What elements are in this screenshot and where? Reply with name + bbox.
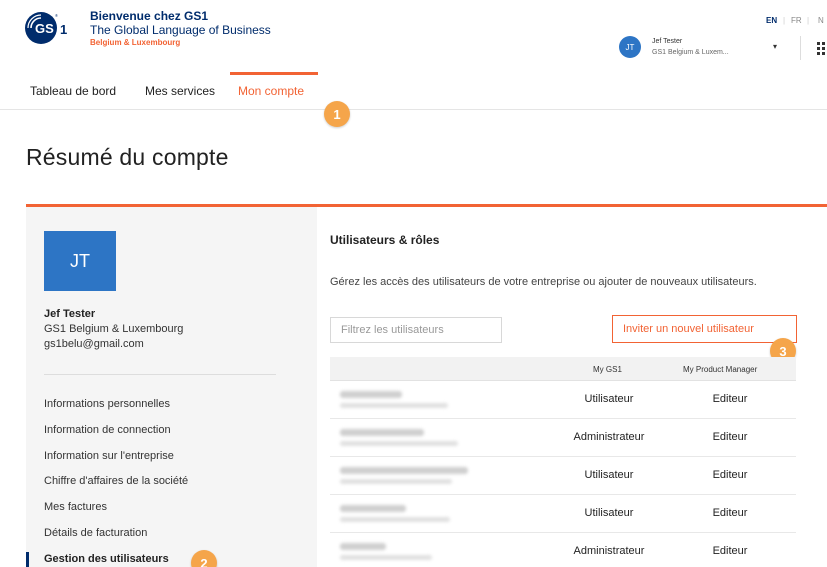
cell-my-gs1-role: Utilisateur: [584, 393, 634, 405]
cell-my-gs1-role: Utilisateur: [584, 469, 634, 481]
blurred-user-name: [340, 467, 468, 474]
brand-tagline: The Global Language of Business: [90, 23, 271, 37]
tab-mon-compte[interactable]: Mon compte: [238, 84, 304, 98]
blurred-user-name: [340, 391, 402, 398]
cell-product-manager-role: Editeur: [712, 507, 748, 519]
sidebar-item-mes-factures[interactable]: Mes factures: [44, 501, 107, 513]
user-avatar[interactable]: JT: [619, 36, 641, 58]
page-title: Résumé du compte: [26, 144, 229, 170]
blurred-user-email: [340, 555, 432, 560]
cell-product-manager-role: Editeur: [712, 545, 748, 557]
sidebar-item-details-facturation[interactable]: Détails de facturation: [44, 527, 147, 539]
main-nav: Tableau de bord Mes services Mon compte: [0, 72, 827, 110]
column-header-my-gs1: My GS1: [593, 365, 622, 374]
profile-avatar: JT: [44, 231, 116, 291]
users-section-description: Gérez les accès des utilisateurs de votr…: [330, 276, 757, 288]
blurred-user-email: [340, 441, 458, 446]
sidebar-item-gestion-utilisateurs[interactable]: Gestion des utilisateurs: [44, 553, 169, 565]
table-row[interactable]: Utilisateur Editeur: [330, 495, 796, 533]
tab-mes-services[interactable]: Mes services: [145, 84, 215, 98]
profile-email: gs1belu@gmail.com: [44, 338, 144, 350]
sidebar-item-information-entreprise[interactable]: Information sur l'entreprise: [44, 450, 174, 462]
table-header: My GS1 My Product Manager: [330, 357, 796, 381]
sidebar-divider: [44, 374, 276, 375]
gs1-logo[interactable]: GS 1 ®: [24, 10, 82, 46]
lang-nl[interactable]: N: [818, 16, 824, 25]
step-badge-1: 1: [324, 101, 350, 127]
cell-my-gs1-role: Utilisateur: [584, 507, 634, 519]
lang-separator: |: [783, 16, 786, 25]
svg-text:GS: GS: [35, 21, 54, 36]
nav-active-indicator: [230, 72, 318, 75]
table-row[interactable]: Administrateur Editeur: [330, 533, 796, 567]
cell-my-gs1-role: Administrateur: [573, 545, 645, 557]
blurred-user-name: [340, 543, 386, 550]
column-header-product-manager: My Product Manager: [683, 365, 758, 374]
table-row[interactable]: Utilisateur Editeur: [330, 457, 796, 495]
brand-region: Belgium & Luxembourg: [90, 38, 181, 47]
brand-title: Bienvenue chez GS1: [90, 9, 209, 23]
profile-org: GS1 Belgium & Luxembourg: [44, 323, 184, 335]
cell-my-gs1-role: Administrateur: [573, 431, 645, 443]
user-menu-org[interactable]: GS1 Belgium & Luxem...: [652, 48, 729, 58]
sidebar-item-informations-personnelles[interactable]: Informations personnelles: [44, 398, 170, 410]
blurred-user-email: [340, 403, 448, 408]
brand-text: Bienvenue chez GS1 The Global Language o…: [90, 9, 271, 49]
caret-down-icon[interactable]: ▾: [773, 42, 777, 51]
cell-product-manager-role: Editeur: [712, 469, 748, 481]
sidebar-item-information-connection[interactable]: Information de connection: [44, 424, 171, 436]
grid-apps-icon[interactable]: [817, 42, 827, 55]
lang-fr[interactable]: FR: [791, 16, 802, 25]
account-sidebar: JT Jef Tester GS1 Belgium & Luxembourg g…: [26, 207, 317, 567]
profile-name: Jef Tester: [44, 308, 96, 320]
blurred-user-email: [340, 479, 452, 484]
sidebar-item-chiffre-affaires[interactable]: Chiffre d'affaires de la société: [44, 475, 188, 487]
users-table: My GS1 My Product Manager Utilisateur Ed…: [330, 357, 796, 567]
tab-tableau-de-bord[interactable]: Tableau de bord: [30, 84, 116, 98]
cell-product-manager-role: Editeur: [712, 431, 748, 443]
svg-text:1: 1: [60, 22, 67, 37]
filter-users-input[interactable]: [330, 317, 502, 343]
blurred-user-email: [340, 517, 450, 522]
svg-text:®: ®: [55, 13, 58, 18]
header: GS 1 ® Bienvenue chez GS1 The Global Lan…: [0, 0, 827, 72]
blurred-user-name: [340, 429, 424, 436]
users-section-title: Utilisateurs & rôles: [330, 233, 440, 247]
cell-product-manager-role: Editeur: [712, 393, 748, 405]
user-menu-name[interactable]: Jef Tester: [652, 37, 682, 47]
sidebar-active-indicator: [26, 552, 29, 567]
table-row[interactable]: Administrateur Editeur: [330, 419, 796, 457]
invite-user-button[interactable]: Inviter un nouvel utilisateur: [612, 315, 797, 343]
lang-en[interactable]: EN: [766, 16, 777, 25]
blurred-user-name: [340, 505, 406, 512]
header-divider: [800, 36, 801, 60]
lang-separator: |: [807, 16, 810, 25]
table-row[interactable]: Utilisateur Editeur: [330, 381, 796, 419]
